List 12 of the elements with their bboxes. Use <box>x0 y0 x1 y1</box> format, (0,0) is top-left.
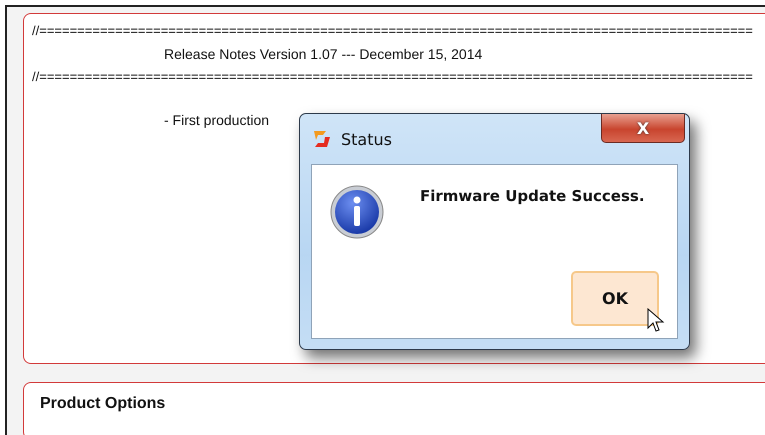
separator-text: //============================================================================================== <box>32 22 753 40</box>
ok-button[interactable]: OK <box>571 271 659 326</box>
app-logo-icon <box>311 128 333 150</box>
release-note-item: - First production <box>164 112 270 128</box>
release-notes-heading: Release Notes Version 1.07 --- December 15, 2014 <box>164 45 482 64</box>
info-icon <box>330 185 384 239</box>
dialog-title: Status <box>341 130 392 148</box>
dialog-message: Firmware Update Success. <box>420 186 646 207</box>
section-title: Product Options <box>40 395 166 414</box>
separator-text: //============================================================================================== <box>32 68 753 86</box>
mouse-cursor-icon <box>647 308 665 334</box>
close-button[interactable]: X <box>601 114 685 143</box>
